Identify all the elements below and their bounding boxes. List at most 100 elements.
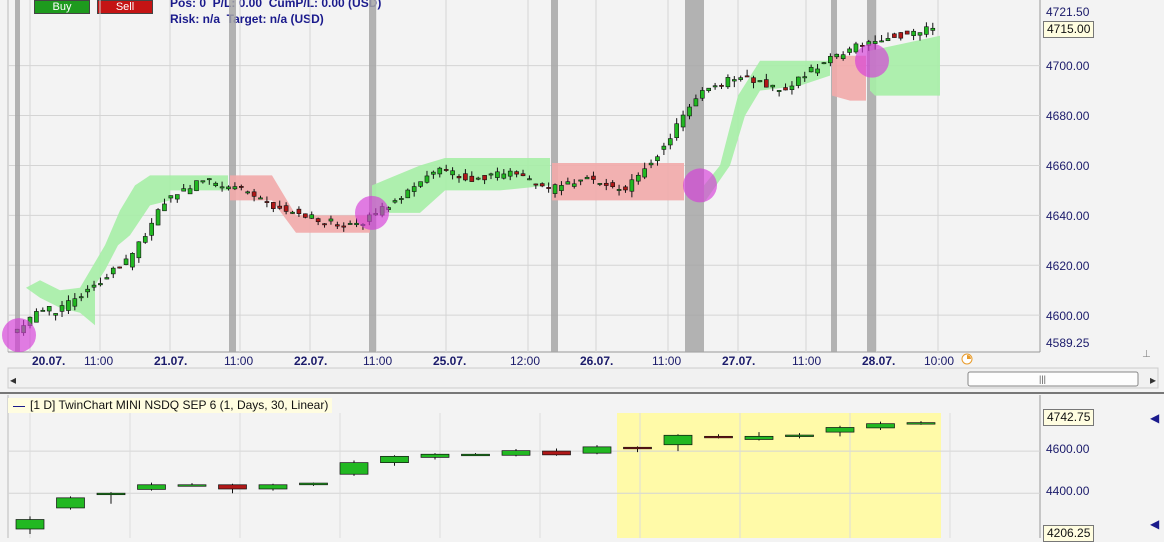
twin-candle-body — [137, 484, 166, 490]
candle-body — [174, 194, 180, 200]
candle-body — [501, 173, 507, 179]
twin-candle-body — [461, 453, 490, 457]
candle-body — [168, 195, 174, 199]
signal-marker — [855, 43, 889, 78]
candle-body — [744, 75, 750, 78]
scroll-right-icon[interactable]: ▸ — [1150, 373, 1156, 387]
twin-price-tick-label: 4600.00 — [1046, 442, 1090, 456]
twin-candle-body — [785, 434, 814, 437]
candle-body — [892, 33, 897, 38]
signal-band — [552, 163, 684, 201]
candle-body — [642, 168, 647, 178]
price-tick-label: 4680.00 — [1046, 109, 1090, 123]
candle-body — [719, 84, 724, 87]
candle-body — [751, 77, 756, 83]
candle-body — [629, 179, 635, 192]
time-tick-label: 22.07. — [294, 354, 328, 368]
candle-body — [162, 203, 167, 212]
twin-candle-body — [299, 482, 328, 486]
price-tick-label: 4640.00 — [1046, 209, 1090, 223]
candle-body — [315, 218, 321, 223]
candle-body — [495, 171, 500, 178]
twin-candle-body — [177, 484, 207, 487]
candle-body — [687, 106, 692, 117]
candle-body — [789, 85, 795, 90]
candle-body — [450, 170, 455, 176]
candle-body — [78, 296, 84, 299]
candle-body — [155, 209, 161, 226]
twin-arrow-icon[interactable]: ◀ — [1150, 411, 1160, 425]
candle-body — [347, 223, 353, 225]
candle-body — [853, 43, 859, 53]
candle-body — [783, 87, 788, 91]
candle-body — [72, 298, 78, 307]
twin-candle-body — [582, 446, 612, 454]
twin-legend-swatch — [13, 406, 25, 407]
current-price-label: 4715.00 — [1043, 21, 1095, 38]
candle-body — [527, 178, 532, 181]
candle-body — [46, 306, 52, 312]
candle-body — [533, 183, 539, 186]
twin-chart[interactable]: ◀ ◀ — [0, 395, 1164, 538]
candle-body — [571, 183, 577, 187]
candle-body — [885, 38, 891, 41]
candle-body — [610, 182, 615, 187]
candle-body — [290, 211, 295, 214]
time-tick-label: 21.07. — [154, 354, 188, 368]
candle-body — [591, 175, 596, 180]
candle-body — [712, 85, 718, 88]
candle-body — [872, 41, 878, 44]
time-tick-label: 20.07. — [32, 354, 66, 368]
candle-body — [123, 258, 129, 265]
main-price-chart[interactable]: ||| ◂ ▸ ⊥ — [0, 0, 1164, 395]
candle-body — [661, 145, 667, 150]
signal-band — [372, 158, 550, 213]
twin-candle-body — [501, 450, 531, 456]
candle-body — [520, 173, 526, 177]
candle-body — [431, 171, 436, 175]
candle-body — [757, 80, 763, 83]
candle-body — [110, 267, 116, 275]
candle-body — [725, 77, 731, 88]
scrollbar-thumb[interactable] — [967, 371, 1139, 387]
candle-body — [898, 32, 904, 39]
session-bar — [15, 0, 20, 352]
scrollbar-grip-icon: ||| — [1039, 374, 1046, 384]
candle-body — [732, 79, 737, 82]
scroll-left-icon[interactable]: ◂ — [10, 373, 16, 387]
twin-candle-body — [96, 492, 126, 496]
candle-body — [245, 191, 251, 194]
candle-body — [911, 30, 916, 36]
candle-body — [770, 84, 776, 88]
candle-body — [565, 181, 571, 185]
candle-body — [655, 156, 660, 162]
twin-candle-body — [218, 484, 247, 490]
candle-body — [635, 174, 641, 182]
candle-body — [904, 30, 910, 35]
candle-body — [443, 169, 449, 171]
time-tick-label: 26.07. — [580, 354, 614, 368]
candle-body — [66, 300, 71, 311]
candle-body — [706, 87, 712, 92]
candle-body — [322, 223, 327, 226]
time-tick-label: 11:00 — [363, 354, 393, 368]
signal-marker — [683, 168, 717, 203]
pin-icon[interactable]: ⊥ — [1142, 349, 1151, 360]
candle-body — [354, 222, 359, 226]
candle-body — [674, 123, 679, 139]
candle-body — [271, 202, 276, 209]
candle-body — [418, 181, 423, 187]
time-tick-label: 11:00 — [84, 354, 114, 368]
twin-candle-body — [380, 455, 409, 464]
candle-body — [277, 205, 283, 209]
candle-body — [623, 186, 628, 191]
twin-arrow-icon[interactable]: ◀ — [1150, 517, 1160, 531]
twin-highlight-region — [617, 413, 941, 538]
twin-candle-body — [258, 484, 288, 490]
candle-body — [693, 98, 699, 107]
candle-body — [258, 197, 263, 200]
twin-candle-body — [56, 497, 85, 509]
candle-body — [181, 188, 186, 192]
candle-body — [117, 266, 122, 269]
twin-candle-body — [906, 422, 936, 425]
